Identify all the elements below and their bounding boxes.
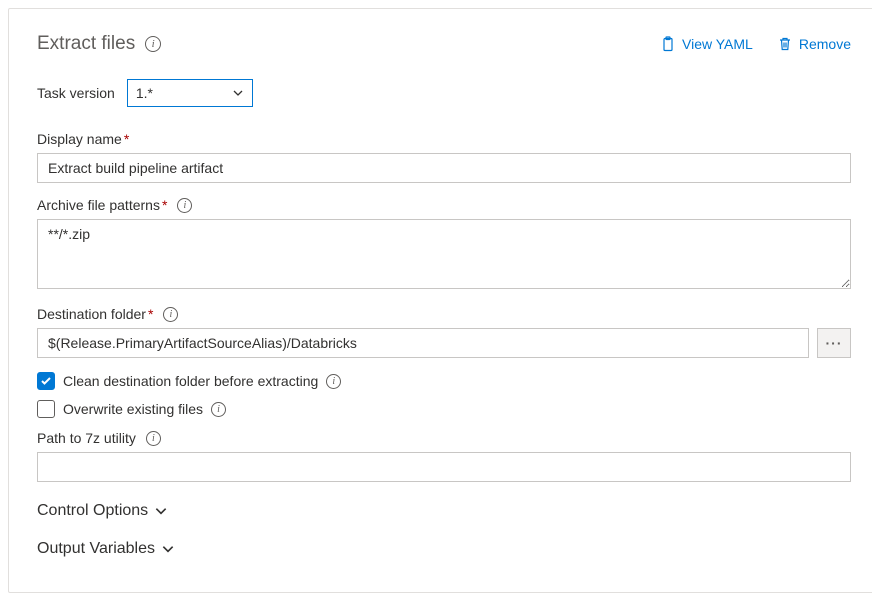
archive-patterns-group: Archive file patterns* i — [37, 197, 851, 292]
remove-label: Remove — [799, 36, 851, 52]
task-version-row: Task version 1.* — [37, 79, 851, 107]
archive-patterns-label: Archive file patterns — [37, 197, 160, 213]
clipboard-icon — [660, 36, 676, 52]
required-marker: * — [162, 197, 167, 213]
overwrite-checkbox[interactable] — [37, 400, 55, 418]
destination-folder-input[interactable] — [37, 328, 809, 358]
title-group: Extract files i — [37, 33, 161, 55]
chevron-down-icon — [161, 542, 175, 556]
info-icon[interactable]: i — [146, 431, 161, 446]
control-options-toggle[interactable]: Control Options — [37, 502, 851, 520]
display-name-input[interactable] — [37, 153, 851, 183]
task-version-select[interactable]: 1.* — [127, 79, 253, 107]
destination-folder-label: Destination folder — [37, 306, 146, 322]
view-yaml-label: View YAML — [682, 36, 753, 52]
output-variables-label: Output Variables — [37, 540, 155, 558]
overwrite-row: Overwrite existing files i — [37, 400, 851, 418]
control-options-label: Control Options — [37, 502, 148, 520]
path-7z-input[interactable] — [37, 452, 851, 482]
info-icon[interactable]: i — [177, 198, 192, 213]
check-icon — [40, 375, 52, 387]
display-name-label: Display name — [37, 131, 122, 147]
header-actions: View YAML Remove — [660, 36, 851, 52]
page-title: Extract files — [37, 33, 135, 55]
chevron-down-icon — [154, 504, 168, 518]
info-icon[interactable]: i — [163, 307, 178, 322]
chevron-down-icon — [232, 87, 244, 99]
display-name-group: Display name* — [37, 131, 851, 183]
path-7z-label: Path to 7z utility — [37, 430, 136, 446]
clean-destination-label: Clean destination folder before extracti… — [63, 373, 318, 389]
task-version-value: 1.* — [136, 85, 153, 101]
remove-button[interactable]: Remove — [777, 36, 851, 52]
info-icon[interactable]: i — [145, 36, 161, 52]
output-variables-toggle[interactable]: Output Variables — [37, 540, 851, 558]
trash-icon — [777, 36, 793, 52]
browse-button[interactable]: ··· — [817, 328, 851, 358]
info-icon[interactable]: i — [211, 402, 226, 417]
path-7z-group: Path to 7z utility i — [37, 430, 851, 482]
task-version-label: Task version — [37, 85, 115, 101]
destination-folder-group: Destination folder* i ··· — [37, 306, 851, 358]
info-icon[interactable]: i — [326, 374, 341, 389]
required-marker: * — [148, 306, 153, 322]
archive-patterns-input[interactable] — [37, 219, 851, 289]
clean-destination-checkbox[interactable] — [37, 372, 55, 390]
clean-destination-row: Clean destination folder before extracti… — [37, 372, 851, 390]
task-config-panel: Extract files i View YAML Remove Task ve… — [8, 8, 872, 593]
view-yaml-button[interactable]: View YAML — [660, 36, 753, 52]
header-row: Extract files i View YAML Remove — [37, 33, 851, 55]
overwrite-label: Overwrite existing files — [63, 401, 203, 417]
required-marker: * — [124, 131, 129, 147]
